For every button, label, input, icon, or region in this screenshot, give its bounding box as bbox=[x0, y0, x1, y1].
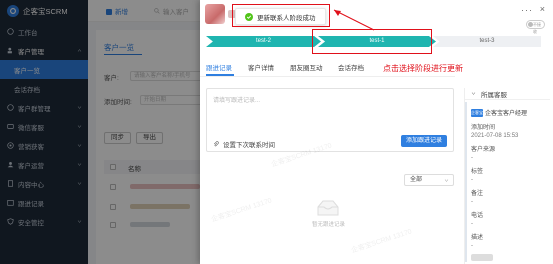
tab-chat-archive[interactable]: 会话存档 bbox=[338, 62, 364, 72]
description-value: - bbox=[471, 243, 473, 249]
info-timeline-bar bbox=[465, 102, 467, 262]
customer-detail-drawer: 更新联系人阶段成功 ··· × 不接收 test-2 test-1 test-3… bbox=[200, 0, 553, 264]
tabs-divider bbox=[200, 76, 455, 77]
added-time-value: 2021-07-08 15:53 bbox=[471, 133, 519, 139]
tab-moments-interaction[interactable]: 朋友圈互动 bbox=[290, 62, 323, 72]
remark-label: 备注 bbox=[471, 191, 484, 197]
source-label: 客户来源 bbox=[471, 147, 496, 153]
annotation-text: 点击选择阶段进行更新 bbox=[383, 64, 463, 73]
set-reminder-label: 设置下次联系时间 bbox=[223, 142, 275, 149]
owner-row: 企客宝 企客宝客户经理 bbox=[471, 108, 527, 117]
owner-panel-title: 所属客服 bbox=[481, 91, 507, 99]
description-label: 描述 bbox=[471, 235, 484, 241]
chevron-down-icon bbox=[444, 179, 449, 182]
remark-value: - bbox=[471, 199, 473, 205]
set-reminder[interactable]: 设置下次联系时间 bbox=[213, 139, 275, 149]
filter-value: 全部 bbox=[410, 177, 423, 183]
chevron-down-icon bbox=[471, 92, 476, 95]
phone-value: - bbox=[471, 221, 473, 227]
more-options-icon[interactable]: ··· bbox=[521, 5, 533, 15]
tags-label: 标签 bbox=[471, 169, 484, 175]
notify-toggle[interactable]: 不接收 bbox=[526, 20, 545, 34]
close-icon[interactable]: × bbox=[540, 4, 545, 14]
tags-value: - bbox=[471, 177, 473, 183]
attachment-icon bbox=[213, 141, 219, 147]
empty-inbox-icon bbox=[317, 200, 339, 216]
owner-panel-header[interactable]: 所属客服 bbox=[465, 88, 550, 100]
owner-info-panel: 所属客服 企客宝 企客宝客户经理 添加时间 2021-07-08 15:53 客… bbox=[464, 88, 550, 264]
owner-name: 企客宝客户经理 bbox=[485, 111, 528, 117]
source-value: - bbox=[471, 155, 473, 161]
stage-step-1[interactable]: test-2 bbox=[206, 36, 321, 47]
add-follow-record-button[interactable]: 添加跟进记录 bbox=[400, 135, 447, 147]
tab-customer-details[interactable]: 客户详情 bbox=[248, 62, 274, 72]
watermark: 企客宝SCRM 13170 bbox=[350, 228, 413, 255]
stage-step-3[interactable]: test-3 bbox=[433, 36, 541, 47]
tab-follow-records[interactable]: 跟进记录 bbox=[206, 62, 232, 72]
annotation-box-stage bbox=[312, 29, 432, 54]
owner-tag: 企客宝 bbox=[471, 108, 483, 117]
phone-label: 电话 bbox=[471, 213, 484, 219]
annotation-box-toast bbox=[232, 4, 330, 27]
modal-overlay[interactable] bbox=[0, 0, 200, 264]
empty-state-text: 暂无跟进记录 bbox=[312, 222, 346, 228]
note-placeholder: 请填写跟进记录... bbox=[213, 98, 261, 104]
customer-avatar bbox=[205, 4, 225, 24]
watermark: 企客宝SCRM 13170 bbox=[210, 197, 273, 224]
redacted-field bbox=[471, 254, 493, 261]
record-filter-select[interactable]: 全部 bbox=[404, 174, 454, 186]
added-time-label: 添加时间 bbox=[471, 125, 496, 131]
